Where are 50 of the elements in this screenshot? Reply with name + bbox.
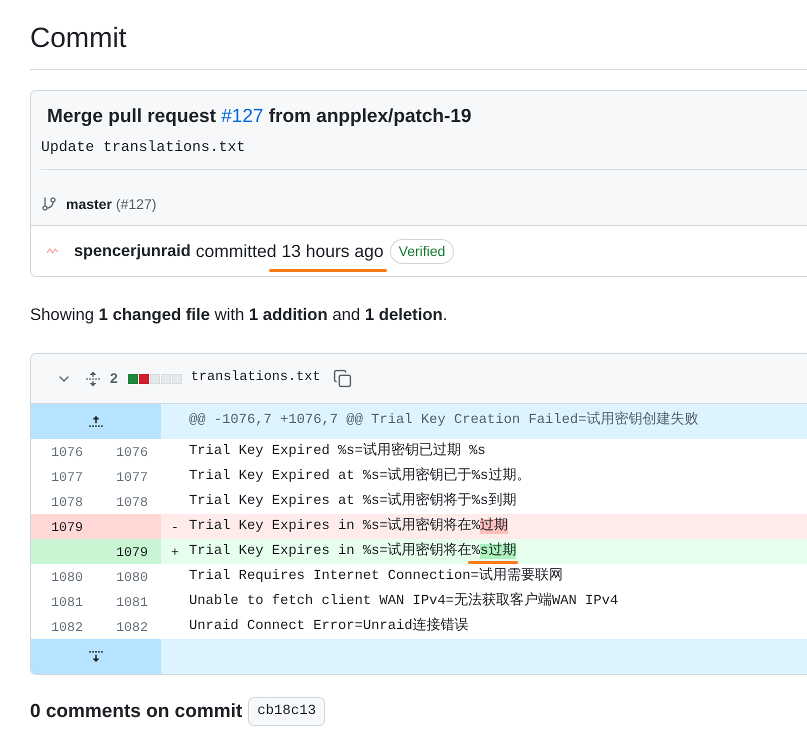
line-number: 1076 <box>51 445 83 460</box>
line-number: 1076 <box>116 445 148 460</box>
line-number: 1081 <box>116 595 148 610</box>
comments-heading: 0 comments on commit <box>30 700 242 724</box>
copy-icon <box>332 369 352 388</box>
line-number: 1077 <box>116 470 148 485</box>
changes-count: 2 <box>110 369 118 388</box>
expand-down-icon <box>89 651 103 662</box>
line-number: 1078 <box>51 495 83 510</box>
diff-sign: + <box>171 544 179 560</box>
commit-message: Update translations.txt <box>41 139 246 158</box>
line-number: 1082 <box>51 620 83 635</box>
line-number: 1080 <box>51 570 83 585</box>
commit-time: 13 hours ago <box>281 240 384 260</box>
code-line: Trial Key Expires in %s=试用密钥将在%过期 <box>189 518 508 536</box>
code-line: Trial Requires Internet Connection=试用需要联网 <box>189 568 563 586</box>
commit-title: Merge pull request #127 from anpplex/patch-19 <box>47 105 472 129</box>
diff-summary: Showing 1 changed file with 1 addition and 1 deletion. <box>30 304 448 326</box>
branch-icon <box>41 196 57 212</box>
unfold-icon <box>85 370 101 386</box>
verified-badge[interactable]: Verified <box>390 238 454 264</box>
pull-request-link[interactable]: #127 <box>221 106 264 127</box>
text-highlight: 过期 <box>480 518 508 534</box>
line-number: 1079 <box>116 545 148 560</box>
diff-sign: - <box>171 520 179 534</box>
line-number: 1082 <box>116 620 148 635</box>
branch-link[interactable]: master <box>66 194 112 214</box>
hunk-header: @@ -1076,7 +1076,7 @@ Trial Key Creation Failed=试用密钥创建失败 <box>189 411 698 430</box>
line-number: 1080 <box>116 570 148 585</box>
file-name-link[interactable]: translations.txt <box>190 368 320 389</box>
expand-up-icon <box>89 416 103 427</box>
line-number: 1079 <box>51 520 83 535</box>
page-title: Commit <box>30 21 126 55</box>
code-line: Trial Key Expired at %s=试用密钥已于%s过期。 <box>189 468 530 486</box>
line-number: 1078 <box>116 495 148 510</box>
code-line: Unable to fetch client WAN IPv4=无法获取客户端WAN IPv4 <box>189 592 618 610</box>
code-line: Unraid Connect Error=Unraid连接错误 <box>189 618 469 636</box>
line-number: 1081 <box>51 595 83 610</box>
expand-all-button[interactable] <box>85 370 101 386</box>
code-line: Trial Key Expires at %s=试用密钥将于%s到期 <box>189 492 516 510</box>
pull-request-reference[interactable]: (#127) <box>116 194 156 214</box>
code-line: Trial Key Expires in %s=试用密钥将在%s过期 <box>189 542 516 560</box>
commit-action-text: committed <box>196 240 276 263</box>
squiggle-icon <box>46 247 59 255</box>
code-line: Trial Key Expired %s=试用密钥已过期 %s <box>189 442 486 460</box>
commit-sha[interactable]: cb18c13 <box>248 697 326 726</box>
line-number: 1077 <box>51 470 83 485</box>
author-link[interactable]: spencerjunraid <box>74 238 191 264</box>
text-highlight: s过期 <box>480 544 516 558</box>
copy-button[interactable] <box>332 368 352 388</box>
